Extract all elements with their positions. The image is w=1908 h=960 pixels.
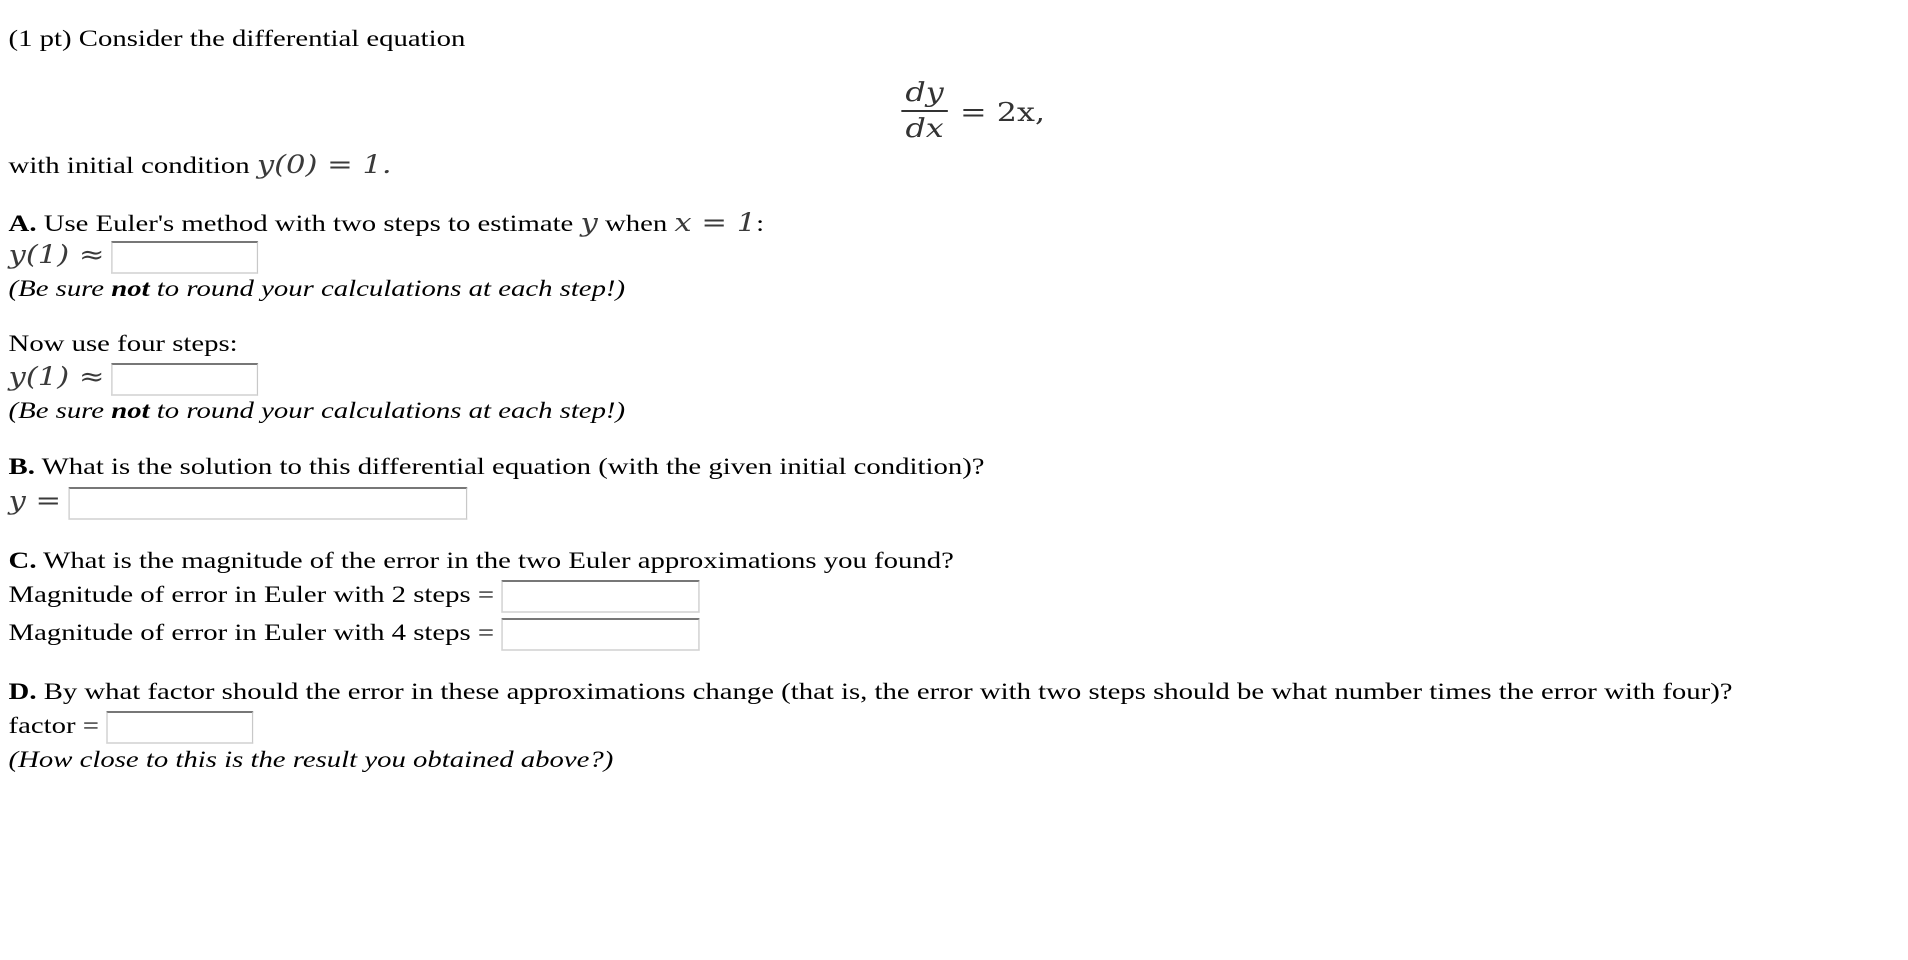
part-a-question-text: Use Euler's method with two steps to est… — [43, 211, 574, 237]
two-steps-label: y(1) ≈ — [8, 240, 105, 269]
part-a-question: A. Use Euler's method with two steps to … — [9, 208, 765, 238]
problem-intro: (1 pt) Consider the differential equatio… — [9, 26, 466, 53]
part-b-question-text: What is the solution to this differentia… — [41, 454, 985, 480]
part-c-question-text: What is the magnitude of the error in th… — [43, 548, 954, 574]
note-prefix: (Be sure — [8, 398, 112, 424]
equation-denominator: dx — [905, 114, 944, 144]
part-b-answer-row: y = — [8, 486, 468, 521]
part-d-question: D. By what factor should the error in th… — [9, 679, 1733, 706]
equation-rhs: = 2x, — [960, 98, 1046, 128]
initial-condition-label: with initial condition — [8, 153, 250, 179]
note-bold: not — [111, 276, 150, 302]
part-d-note-text: (How close to this is the result you obt… — [8, 747, 614, 773]
initial-condition-math: y(0) = 1. — [256, 150, 392, 179]
four-steps-prompt-text: Now use four steps: — [8, 331, 238, 357]
part-b-question: B. What is the solution to this differen… — [9, 454, 985, 481]
problem-intro-text: (1 pt) Consider the differential equatio… — [8, 26, 466, 52]
part-a-two-steps-row: y(1) ≈ — [8, 240, 259, 275]
error-4-steps-input[interactable] — [501, 618, 700, 651]
two-steps-answer-input[interactable] — [111, 241, 259, 275]
equation-numerator: dy — [905, 78, 944, 108]
error-2-steps-input[interactable] — [501, 580, 700, 613]
note-suffix: to round your calculations at each step!… — [149, 398, 626, 424]
part-a-four-steps-row: y(1) ≈ — [8, 362, 259, 397]
problem-page: (1 pt) Consider the differential equatio… — [0, 0, 1908, 960]
factor-label: factor = — [8, 712, 99, 739]
part-a-var-y: y — [580, 208, 598, 237]
part-a-when: when — [604, 211, 668, 237]
part-b-letter: B. — [8, 454, 35, 480]
part-a-colon: : — [756, 211, 765, 237]
part-d-question-text: By what factor should the error in these… — [43, 679, 1733, 705]
factor-input[interactable] — [106, 711, 253, 744]
part-d-note: (How close to this is the result you obt… — [9, 747, 614, 774]
error-2-steps-row: Magnitude of error in Euler with 2 steps… — [9, 580, 700, 613]
note-suffix: to round your calculations at each step!… — [149, 276, 626, 302]
part-d-letter: D. — [8, 679, 37, 705]
part-a-note-1: (Be sure not to round your calculations … — [9, 276, 626, 303]
error-4-steps-label: Magnitude of error in Euler with 4 steps… — [8, 619, 495, 646]
solution-label: y = — [8, 486, 62, 515]
error-4-steps-row: Magnitude of error in Euler with 4 steps… — [9, 618, 700, 651]
note-prefix: (Be sure — [8, 276, 112, 302]
part-c-letter: C. — [8, 548, 37, 574]
error-2-steps-label: Magnitude of error in Euler with 2 steps… — [8, 581, 495, 608]
four-steps-answer-input[interactable] — [111, 363, 259, 397]
initial-condition: with initial condition y(0) = 1. — [9, 150, 392, 180]
four-steps-prompt: Now use four steps: — [9, 331, 238, 358]
note-bold: not — [111, 398, 150, 424]
solution-answer-input[interactable] — [68, 487, 468, 521]
part-a-x-eq: x = 1 — [674, 208, 757, 237]
four-steps-label: y(1) ≈ — [8, 362, 105, 391]
factor-row: factor = — [9, 711, 253, 744]
part-c-question: C. What is the magnitude of the error in… — [9, 548, 954, 575]
differential-equation: dy dx — [901, 78, 948, 144]
part-a-letter: A. — [8, 211, 37, 237]
part-a-note-2: (Be sure not to round your calculations … — [9, 398, 626, 425]
fraction-bar — [901, 110, 948, 112]
